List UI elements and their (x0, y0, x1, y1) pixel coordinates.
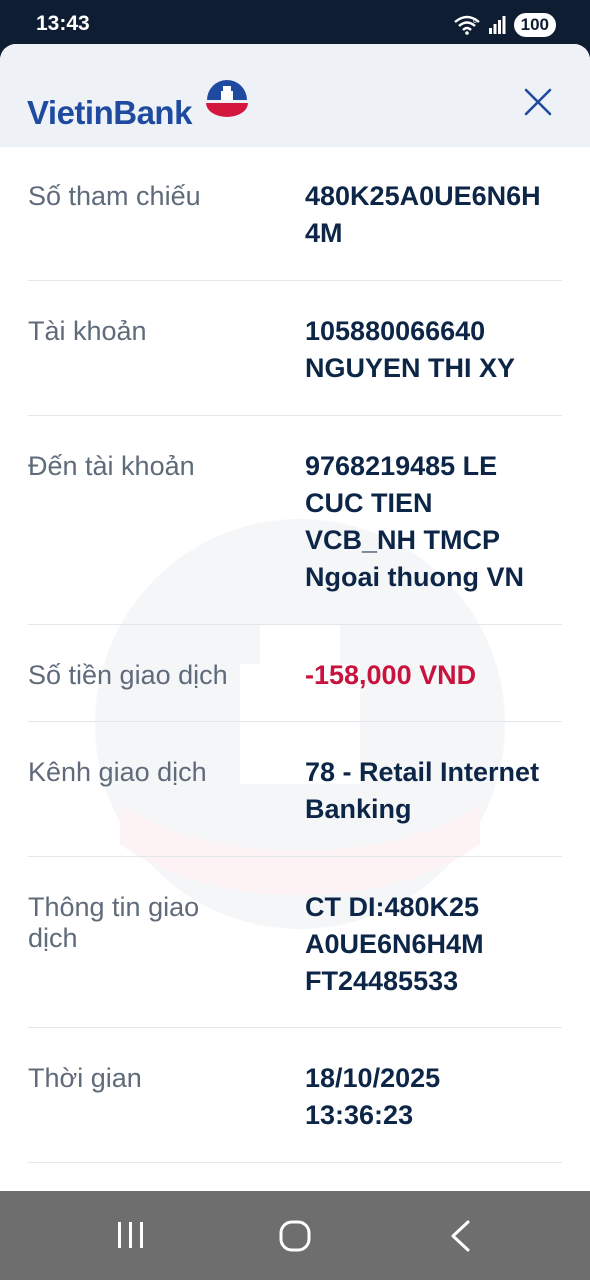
channel-line-1: 78 - Retail Internet (305, 757, 540, 787)
reference-value: 480K25A0UE6N6H 4M (305, 178, 567, 252)
svg-text:6: 6 (473, 18, 477, 25)
status-bar: 13:43 6 100 (0, 0, 590, 48)
brand-logo-text: VietinBank (27, 94, 192, 131)
back-icon[interactable] (448, 1219, 474, 1253)
amount-label: Số tiền giao dịch (28, 660, 228, 690)
detail-row-reference: Số tham chiếu 480K25A0UE6N6H 4M (28, 147, 562, 281)
detail-row-to-account: Đến tài khoản 9768219485 LE CUC TIEN VCB_N… (28, 416, 562, 625)
info-line-2: A0UE6N6H4M (305, 929, 484, 959)
account-number: 105880066640 (305, 316, 486, 346)
to-account-label: Đến tài khoản (28, 451, 195, 481)
time-date: 18/10/2025 (305, 1063, 441, 1093)
channel-value: 78 - Retail Internet Banking (305, 754, 567, 828)
reference-label: Số tham chiếu (28, 181, 201, 211)
time-clock: 13:36:23 (305, 1100, 414, 1130)
info-line-3: FT24485533 (305, 966, 459, 996)
account-value: 105880066640 NGUYEN THI XY (305, 313, 567, 387)
reference-line-2: 4M (305, 218, 343, 248)
reference-line-1: 480K25A0UE6N6H (305, 181, 541, 211)
recent-apps-icon[interactable] (116, 1219, 146, 1251)
detail-row-time: Thời gian 18/10/2025 13:36:23 (28, 1028, 562, 1163)
vietinbank-logo-icon (206, 80, 248, 117)
account-label: Tài khoản (28, 316, 147, 346)
wifi-icon: 6 (453, 15, 480, 35)
status-icons: 6 100 (453, 12, 556, 38)
to-account-line-3: VCB_NH TMCP (305, 525, 501, 555)
time-value: 18/10/2025 13:36:23 (305, 1060, 567, 1134)
signal-icon (488, 16, 506, 34)
detail-row-channel: Kênh giao dịch 78 - Retail Internet Banki… (28, 722, 562, 857)
to-account-value: 9768219485 LE CUC TIEN VCB_NH TMCP Ngoai th… (305, 448, 567, 596)
to-account-line-1: 9768219485 LE (305, 451, 498, 481)
status-time: 13:43 (36, 12, 90, 35)
close-button[interactable] (518, 82, 558, 122)
sheet-header: VietinBank (0, 44, 590, 147)
navigation-bar (0, 1191, 590, 1280)
home-icon[interactable] (278, 1219, 314, 1253)
account-holder: NGUYEN THI XY (305, 353, 516, 383)
detail-row-amount: Số tiền giao dịch -158,000 VND (28, 625, 562, 722)
channel-line-2: Banking (305, 794, 412, 824)
detail-row-account: Tài khoản 105880066640 NGUYEN THI XY (28, 281, 562, 416)
transaction-detail-sheet: VietinBank Số tham chiếu 480K25A0UE6N6H 4… (0, 44, 590, 1191)
to-account-line-2: CUC TIEN (305, 488, 433, 518)
to-account-line-4: Ngoai thuong VN (305, 562, 524, 592)
amount-value: -158,000 VND (305, 660, 477, 690)
battery-indicator: 100 (513, 13, 556, 37)
detail-row-info: Thông tin giao dịch CT DI:480K25 A0UE6N6H… (28, 857, 562, 1028)
transaction-details: Số tham chiếu 480K25A0UE6N6H 4M Tài khoản… (0, 147, 590, 1163)
time-label: Thời gian (28, 1063, 142, 1093)
info-line-1: CT DI:480K25 (305, 892, 480, 922)
info-label: Thông tin giao dịch (28, 892, 200, 953)
close-icon (524, 88, 552, 116)
channel-label: Kênh giao dịch (28, 757, 207, 787)
info-value: CT DI:480K25 A0UE6N6H4M FT24485533 (305, 889, 567, 1000)
